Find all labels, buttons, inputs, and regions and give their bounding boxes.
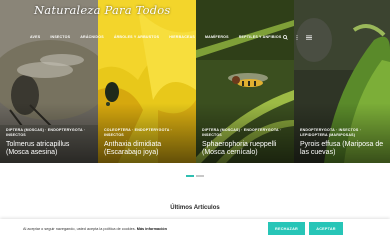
featured-slider: DIPTERA (MOSCAS) · ENDOPTERYGOTA · INSEC… — [0, 0, 390, 163]
cookie-more-info-link[interactable]: Más información — [137, 227, 167, 231]
slide-categories[interactable]: COLEOPTERA · ENDOPTERYGOTA · INSECTOS — [104, 128, 192, 137]
slide-caption: DIPTERA (MOSCAS) · ENDOPTERYGOTA · INSEC… — [6, 128, 94, 158]
nav-item-hierbaceas[interactable]: HIERBACEAS — [169, 35, 195, 39]
slide-categories[interactable]: DIPTERA (MOSCAS) · ENDOPTERYGOTA · INSEC… — [202, 128, 290, 137]
slide-title[interactable]: Pyrois effusa (Mariposa de las cuevas) — [300, 141, 386, 159]
main-nav: AVES INSECTOS ARÁCNIDOS ÁRBOLES Y ARBUST… — [30, 33, 291, 41]
cookie-banner: Al aceptar o seguir navegando, usted ace… — [0, 219, 390, 240]
nav-item-aracnidos[interactable]: ARÁCNIDOS — [80, 35, 104, 39]
slide-anthaxia[interactable]: COLEOPTERA · ENDOPTERYGOTA · INSECTOS An… — [98, 0, 196, 163]
cookie-accept-button[interactable]: ACEPTAR — [309, 222, 343, 235]
nav-item-mamiferos[interactable]: MAMÍFEROS — [205, 35, 229, 39]
slide-caption: DIPTERA (MOSCAS) · ENDOPTERYGOTA · INSEC… — [202, 128, 290, 158]
latest-articles-heading: Últimos Artículos — [170, 205, 220, 211]
slide-categories[interactable]: DIPTERA (MOSCAS) · ENDOPTERYGOTA · INSEC… — [6, 128, 94, 137]
menu-icon[interactable] — [306, 35, 312, 40]
slide-categories[interactable]: ENDOPTERYGOTA · INSECTOS · LEPIDOPTERA (… — [300, 128, 386, 137]
slide-caption: COLEOPTERA · ENDOPTERYGOTA · INSECTOS An… — [104, 128, 192, 158]
more-vertical-icon[interactable] — [296, 34, 298, 40]
slide-caption: ENDOPTERYGOTA · INSECTOS · LEPIDOPTERA (… — [300, 128, 386, 158]
nav-icons — [283, 33, 312, 41]
nav-item-aves[interactable]: AVES — [30, 35, 40, 39]
nav-item-insectos[interactable]: INSECTOS — [50, 35, 70, 39]
slide-pyrois[interactable]: ENDOPTERYGOTA · INSECTOS · LEPIDOPTERA (… — [294, 0, 390, 163]
slide-title[interactable]: Sphaerophoria rueppelli (Mosca cernícalo… — [202, 141, 290, 159]
nav-item-arboles[interactable]: ÁRBOLES Y ARBUSTOS — [114, 35, 159, 39]
site-logo[interactable]: Naturaleza Para Todos — [34, 3, 171, 17]
cookie-message: Al aceptar o seguir navegando, usted ace… — [23, 227, 136, 231]
slide-title[interactable]: Tolmerus atricapillus (Mosca asesina) — [6, 141, 94, 159]
slider-dot-2[interactable] — [196, 175, 204, 177]
cookie-message-row: Al aceptar o seguir navegando, usted ace… — [23, 227, 167, 231]
slide-title[interactable]: Anthaxia dimidiata (Escarabajo joya) — [104, 141, 192, 159]
nav-item-reptiles[interactable]: REPTILES Y ANFIBIOS — [239, 35, 282, 39]
slide-tolmerus[interactable]: DIPTERA (MOSCAS) · ENDOPTERYGOTA · INSEC… — [0, 0, 98, 163]
slide-sphaerophoria[interactable]: DIPTERA (MOSCAS) · ENDOPTERYGOTA · INSEC… — [196, 0, 294, 163]
cookie-reject-button[interactable]: RECHAZAR — [268, 222, 305, 235]
search-icon[interactable] — [283, 34, 288, 40]
slider-pagination — [186, 175, 204, 177]
slider-dot-1[interactable] — [186, 175, 194, 177]
